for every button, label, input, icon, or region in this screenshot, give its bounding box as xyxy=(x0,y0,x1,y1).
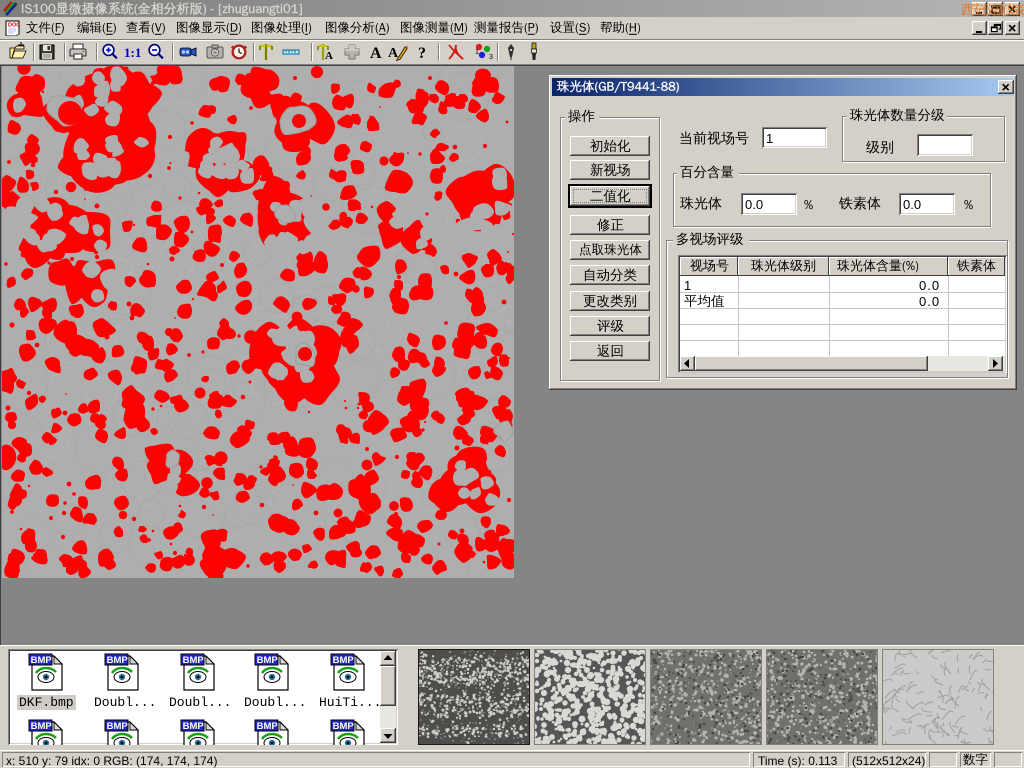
svg-text:?: ? xyxy=(418,45,426,62)
svg-text:BMP: BMP xyxy=(333,655,355,666)
svg-text:3: 3 xyxy=(489,54,493,61)
svg-text:BMP: BMP xyxy=(257,721,279,732)
svg-text:BMP: BMP xyxy=(107,655,129,666)
svg-text:BMP: BMP xyxy=(31,655,53,666)
svg-text:BMP: BMP xyxy=(107,721,129,732)
svg-text:BMP: BMP xyxy=(183,721,205,732)
svg-text:A: A xyxy=(370,45,382,62)
svg-text:BMP: BMP xyxy=(257,655,279,666)
svg-text:DOC: DOC xyxy=(8,23,20,29)
svg-text:1: 1 xyxy=(475,49,479,56)
svg-text:BMP: BMP xyxy=(183,655,205,666)
svg-text:1:1: 1:1 xyxy=(124,45,141,60)
svg-text:BMP: BMP xyxy=(333,721,355,732)
svg-text:A: A xyxy=(325,50,333,62)
svg-text:BMP: BMP xyxy=(31,721,53,732)
